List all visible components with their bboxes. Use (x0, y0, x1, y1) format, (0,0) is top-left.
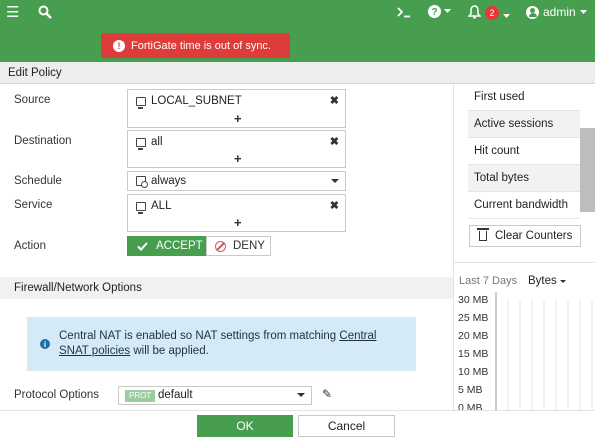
service-value: ALL (151, 200, 172, 212)
remove-source-icon[interactable]: ✖ (330, 94, 339, 107)
schedule-label: Schedule (14, 175, 62, 187)
chevron-down-icon (297, 393, 305, 397)
top-navigation-bar: ☰ ? 2 admin ! FortiGate time is out of s… (0, 0, 595, 62)
remove-service-icon[interactable]: ✖ (330, 199, 339, 212)
hamburger-menu-icon[interactable]: ☰ (6, 5, 19, 20)
destination-label: Destination (14, 135, 72, 147)
service-entry[interactable]: ALL (136, 200, 172, 214)
notification-dropdown-caret[interactable] (503, 10, 510, 22)
source-field[interactable]: LOCAL_SUBNET ✖ + (127, 89, 346, 128)
bell-icon[interactable] (467, 5, 482, 22)
service-field[interactable]: ALL ✖ + (127, 194, 346, 232)
edit-pencil-icon[interactable]: ✎ (322, 387, 332, 401)
metric-label: Bytes (528, 275, 557, 287)
info-text-prefix: Central NAT is enabled so NAT settings f… (59, 330, 340, 342)
schedule-icon (136, 176, 148, 188)
accept-button[interactable]: ACCEPT (127, 236, 206, 256)
time-sync-alert[interactable]: ! FortiGate time is out of sync. (101, 33, 290, 58)
checkmark-icon (137, 241, 148, 251)
service-label: Service (14, 199, 53, 211)
user-name: admin (543, 5, 576, 19)
info-text-suffix: will be applied. (130, 345, 209, 357)
remove-destination-icon[interactable]: ✖ (330, 135, 339, 148)
protocol-tag: PROT (125, 390, 156, 402)
clear-counters-button[interactable]: Clear Counters (469, 225, 581, 247)
bytes-chart: 30 MB 25 MB 20 MB 15 MB 10 MB 5 MB 0 MB (454, 292, 595, 414)
column-list-scrollbar[interactable] (580, 128, 595, 212)
search-icon[interactable] (38, 5, 52, 22)
column-hit-count[interactable]: Hit count (468, 138, 580, 165)
column-list: First used Active sessions Hit count Tot… (468, 84, 580, 219)
source-entry[interactable]: LOCAL_SUBNET (136, 95, 242, 109)
protocol-options-select[interactable]: PROT default (118, 386, 312, 405)
info-text: Central NAT is enabled so NAT settings f… (59, 329, 409, 359)
source-value: LOCAL_SUBNET (151, 95, 242, 107)
policy-form: Source LOCAL_SUBNET ✖ + Destination all … (0, 84, 453, 410)
clear-counters-label: Clear Counters (495, 230, 573, 242)
column-first-used[interactable]: First used (468, 84, 580, 111)
service-icon (136, 201, 146, 214)
address-icon (136, 137, 146, 150)
chevron-down-icon (331, 179, 339, 183)
column-active-sessions[interactable]: Active sessions (468, 111, 580, 138)
firewall-network-options-header: Firewall/Network Options (0, 277, 453, 299)
ok-button[interactable]: OK (197, 415, 293, 437)
notification-count-badge[interactable]: 2 (485, 6, 499, 20)
destination-value: all (151, 136, 163, 148)
add-source-icon[interactable]: + (234, 111, 242, 126)
deny-icon (215, 240, 226, 252)
alert-icon: ! (113, 39, 125, 52)
add-service-icon[interactable]: + (234, 215, 242, 230)
page-title: Edit Policy (0, 62, 595, 84)
info-icon: i (40, 339, 50, 349)
central-snat-link[interactable]: Central (339, 330, 376, 342)
protocol-options-label: Protocol Options (14, 389, 100, 401)
address-icon (136, 96, 146, 109)
cancel-button[interactable]: Cancel (298, 415, 395, 437)
chart-grid (495, 292, 593, 410)
statistics-panel: First used Active sessions Hit count Tot… (453, 84, 595, 414)
alert-text: FortiGate time is out of sync. (131, 39, 271, 52)
svg-text:?: ? (431, 7, 437, 18)
central-snat-link-continued[interactable]: SNAT policies (59, 345, 130, 357)
column-current-bandwidth[interactable]: Current bandwidth (468, 192, 580, 219)
central-nat-info-box: i Central NAT is enabled so NAT settings… (27, 317, 416, 371)
action-label: Action (14, 240, 46, 252)
cli-console-icon[interactable] (396, 5, 412, 22)
schedule-value: always (151, 175, 187, 187)
user-avatar-icon (526, 5, 539, 19)
deny-label: DENY (233, 240, 265, 252)
user-menu[interactable]: admin (526, 5, 587, 19)
destination-field[interactable]: all ✖ + (127, 130, 346, 168)
divider (454, 262, 595, 263)
trash-icon (477, 228, 489, 241)
user-menu-caret-icon (579, 9, 587, 14)
schedule-entry: always (136, 175, 187, 188)
schedule-select[interactable]: always (127, 171, 346, 191)
protocol-value: default (158, 389, 193, 401)
destination-entry[interactable]: all (136, 136, 163, 150)
chevron-down-icon (559, 279, 566, 283)
column-total-bytes[interactable]: Total bytes (468, 165, 580, 192)
period-label: Last 7 Days (459, 275, 518, 287)
source-label: Source (14, 94, 51, 106)
help-icon[interactable]: ? (428, 5, 451, 18)
deny-button[interactable]: DENY (206, 236, 271, 256)
accept-label: ACCEPT (156, 240, 203, 252)
metric-dropdown[interactable]: Bytes (528, 275, 566, 287)
add-destination-icon[interactable]: + (234, 151, 242, 166)
dialog-footer: OK Cancel (0, 410, 595, 440)
